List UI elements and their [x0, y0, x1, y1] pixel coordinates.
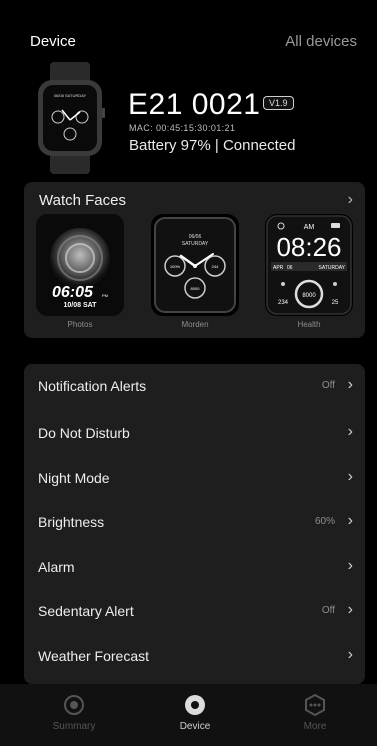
battery-status: Battery 97% | Connected [129, 137, 296, 154]
watch-face-label: Morden [181, 320, 209, 329]
device-card[interactable]: 06/08 SATURDAY E21 0021 V1.9 MAC: 00:45:… [0, 58, 377, 178]
menu-item-label: Night Mode [38, 470, 110, 486]
health-face-time: 08:26 [276, 232, 341, 262]
watch-face-photos[interactable]: 06:05 PM 10/08 SAT [36, 214, 124, 316]
health-face-day-num: 06 [287, 265, 293, 271]
menu-item-night-mode[interactable]: Night Mode › [24, 456, 365, 500]
menu-item-label: Do Not Disturb [38, 425, 130, 441]
health-face-preview: AM 08:26 APR 06 SATURDAY 8000 234 25 [266, 215, 352, 315]
morden-dial-right: 244 [212, 264, 219, 269]
photos-face-time: 06:05 [52, 284, 93, 301]
version-badge: V1.9 [263, 96, 294, 110]
morden-face-preview: 06/06 SATURDAY 100% 244 8000 [154, 217, 236, 313]
menu-item-label: Brightness [38, 514, 105, 530]
tab-label: Summary [52, 721, 96, 732]
morden-dial-left: 100% [170, 264, 181, 269]
menu-item-label: Alarm [38, 559, 75, 575]
morden-face-day: SATURDAY [182, 241, 209, 247]
watch-face-morden[interactable]: 06/06 SATURDAY 100% 244 8000 [151, 214, 239, 316]
health-face-center-value: 8000 [302, 293, 316, 299]
morden-dial-bottom: 8000 [191, 286, 201, 291]
health-face-month: APR [273, 265, 284, 271]
menu-item-value: Off [321, 380, 335, 391]
device-icon [185, 695, 205, 715]
watch-face-health[interactable]: AM 08:26 APR 06 SATURDAY 8000 234 25 [265, 214, 353, 316]
summary-icon [64, 695, 84, 715]
menu-item-label: Weather Forecast [38, 648, 150, 664]
chevron-right-icon: › [347, 646, 353, 663]
device-name: E21 0021 [128, 88, 261, 121]
tab-summary[interactable]: Summary [34, 694, 114, 732]
photos-face-ampm: PM [102, 293, 108, 298]
mac-address: MAC: 00:45:15:30:01:21 [129, 123, 236, 133]
all-devices-link[interactable]: All devices [285, 33, 357, 50]
menu-item-sedentary-alert[interactable]: Sedentary Alert Off › [24, 589, 365, 633]
watch-face-label: Photos [67, 320, 93, 329]
chevron-right-icon: › [347, 468, 353, 485]
health-face-left-value: 234 [278, 300, 289, 306]
page-title: Device [30, 33, 76, 50]
menu-item-notification-alerts[interactable]: Notification Alerts Off › [24, 364, 365, 408]
menu-item-label: Sedentary Alert [38, 603, 134, 619]
chevron-right-icon[interactable]: › [348, 191, 353, 209]
morden-face-date: 06/06 [189, 234, 202, 240]
chevron-right-icon: › [347, 376, 353, 393]
more-icon [305, 694, 325, 716]
watch-screen-date: 06/08 SATURDAY [54, 93, 87, 98]
tab-device[interactable]: Device [155, 694, 235, 732]
health-face-ampm: AM [304, 224, 315, 231]
watch-faces-header[interactable]: Watch Faces [39, 192, 126, 209]
menu-item-label: Notification Alerts [38, 378, 147, 394]
chevron-right-icon: › [347, 601, 353, 618]
health-face-right-value: 25 [332, 300, 339, 306]
menu-item-value: 60% [314, 516, 335, 527]
watch-image: 06/08 SATURDAY [38, 62, 105, 174]
photos-face-date: 10/08 SAT [63, 302, 97, 309]
tab-label: More [303, 721, 327, 732]
bottom-tab-bar: Summary Device More [0, 684, 377, 746]
watch-face-label: Health [297, 320, 321, 329]
chevron-right-icon: › [347, 512, 353, 529]
tab-label: Device [179, 721, 211, 732]
menu-item-alarm[interactable]: Alarm › [24, 545, 365, 589]
menu-item-weather-forecast[interactable]: Weather Forecast › [24, 634, 365, 678]
menu-item-do-not-disturb[interactable]: Do Not Disturb › [24, 411, 365, 455]
chevron-right-icon: › [347, 557, 353, 574]
chevron-right-icon: › [347, 423, 353, 440]
watch-faces-panel: Watch Faces › 06:05 PM 10/08 SAT Photos … [24, 182, 365, 338]
settings-menu: Notification Alerts Off › Do Not Disturb… [24, 364, 365, 684]
menu-item-brightness[interactable]: Brightness 60% › [24, 500, 365, 544]
menu-item-value: Off [321, 605, 335, 616]
tab-more[interactable]: More [275, 694, 355, 732]
health-face-weekday: SATURDAY [319, 265, 346, 271]
